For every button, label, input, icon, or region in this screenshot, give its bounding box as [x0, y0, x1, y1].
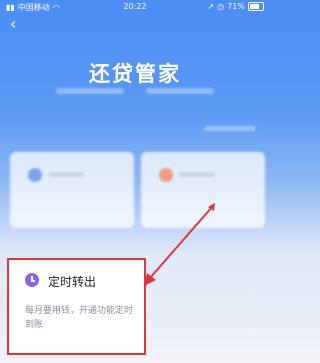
card-description: 每月要用钱，开通功能定时到账	[25, 306, 134, 330]
alarm-icon: ◷	[217, 2, 225, 11]
battery-icon	[248, 2, 264, 11]
blurred-link	[204, 126, 256, 131]
card-icon	[28, 168, 42, 182]
battery-label: 71%	[227, 2, 245, 11]
feature-card-right[interactable]	[141, 152, 265, 228]
blurred-text	[48, 172, 84, 177]
feature-card-left[interactable]	[10, 152, 134, 228]
blurred-subtitle	[56, 88, 214, 94]
blurred-text	[146, 88, 214, 94]
back-button[interactable]: ‹	[10, 14, 24, 36]
chevron-left-icon: ‹	[10, 14, 17, 33]
status-bar: ▮▮ 中国移动 ◠ 20:22 ➚ ◷ 71%	[0, 0, 270, 14]
timed-transfer-card[interactable]: 定时转出 每月要用钱，开通功能定时到账	[7, 258, 146, 355]
location-icon: ➚	[207, 2, 215, 11]
clock-icon	[25, 273, 39, 287]
page-title: 还贷管家	[89, 62, 181, 86]
card-icon	[159, 168, 173, 182]
blurred-text	[179, 172, 215, 177]
card-title: 定时转出	[48, 275, 97, 289]
status-right: ➚ ◷ 71%	[208, 2, 264, 11]
blurred-text	[56, 88, 124, 94]
